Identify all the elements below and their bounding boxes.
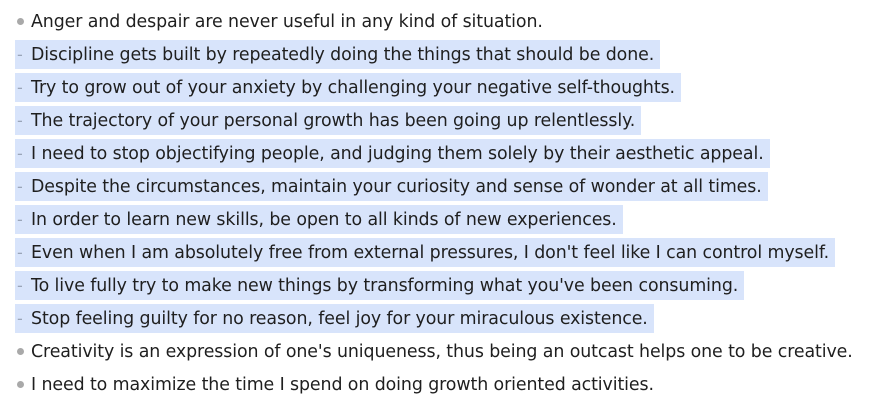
list-item-text[interactable]: Try to grow out of your anxiety by chall…: [31, 78, 675, 98]
list-item[interactable]: - To live fully try to make new things b…: [0, 269, 887, 302]
bullet-marker[interactable]: [15, 18, 31, 25]
list-item[interactable]: Creativity is an expression of one's uni…: [0, 335, 887, 368]
list-item[interactable]: - Even when I am absolutely free from ex…: [0, 236, 887, 269]
bullet-marker[interactable]: -: [15, 78, 31, 97]
bullet-marker[interactable]: -: [15, 45, 31, 64]
dash-marker: -: [17, 177, 23, 196]
list-item-text[interactable]: Even when I am absolutely free from exte…: [31, 243, 829, 263]
list-item-text[interactable]: I need to stop objectifying people, and …: [31, 144, 764, 164]
list-item[interactable]: - Discipline gets built by repeatedly do…: [0, 38, 887, 71]
bullet-list: Anger and despair are never useful in an…: [0, 5, 887, 401]
list-item-text[interactable]: Anger and despair are never useful in an…: [31, 12, 543, 32]
list-item-text[interactable]: To live fully try to make new things by …: [31, 276, 738, 296]
list-item-text[interactable]: The trajectory of your personal growth h…: [31, 111, 635, 131]
bullet-dot-icon: [17, 381, 24, 388]
dash-marker: -: [17, 276, 23, 295]
bullet-marker[interactable]: [15, 381, 31, 388]
dash-marker: -: [17, 144, 23, 163]
bullet-dot-icon: [17, 18, 24, 25]
list-item[interactable]: I need to maximize the time I spend on d…: [0, 368, 887, 401]
bullet-marker[interactable]: -: [15, 309, 31, 328]
list-item[interactable]: - The trajectory of your personal growth…: [0, 104, 887, 137]
list-item[interactable]: Anger and despair are never useful in an…: [0, 5, 887, 38]
bullet-marker[interactable]: [15, 348, 31, 355]
list-item-text[interactable]: I need to maximize the time I spend on d…: [31, 375, 654, 395]
list-item-text[interactable]: In order to learn new skills, be open to…: [31, 210, 617, 230]
bullet-marker[interactable]: -: [15, 144, 31, 163]
bullet-marker[interactable]: -: [15, 177, 31, 196]
bullet-marker[interactable]: -: [15, 111, 31, 130]
bullet-dot-icon: [17, 348, 24, 355]
list-item[interactable]: - Try to grow out of your anxiety by cha…: [0, 71, 887, 104]
list-item-text[interactable]: Discipline gets built by repeatedly doin…: [31, 45, 654, 65]
bullet-marker[interactable]: -: [15, 276, 31, 295]
list-item-text[interactable]: Creativity is an expression of one's uni…: [31, 342, 853, 362]
list-item[interactable]: - Stop feeling guilty for no reason, fee…: [0, 302, 887, 335]
dash-marker: -: [17, 243, 23, 262]
list-item-text[interactable]: Stop feeling guilty for no reason, feel …: [31, 309, 648, 329]
bullet-marker[interactable]: -: [15, 210, 31, 229]
dash-marker: -: [17, 78, 23, 97]
list-item[interactable]: - In order to learn new skills, be open …: [0, 203, 887, 236]
dash-marker: -: [17, 210, 23, 229]
bullet-marker[interactable]: -: [15, 243, 31, 262]
list-item-text[interactable]: Despite the circumstances, maintain your…: [31, 177, 762, 197]
dash-marker: -: [17, 309, 23, 328]
dash-marker: -: [17, 45, 23, 64]
dash-marker: -: [17, 111, 23, 130]
list-item[interactable]: - I need to stop objectifying people, an…: [0, 137, 887, 170]
list-item[interactable]: - Despite the circumstances, maintain yo…: [0, 170, 887, 203]
